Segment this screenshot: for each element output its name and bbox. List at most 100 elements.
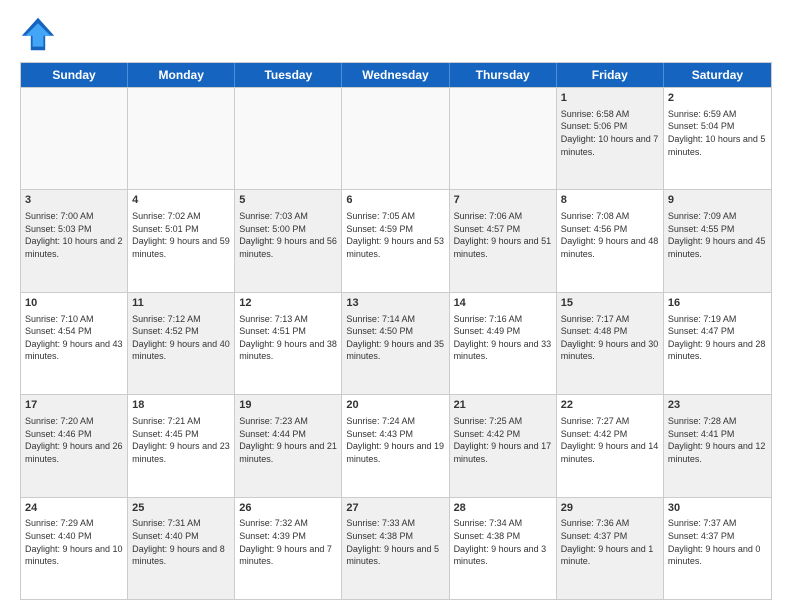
cell-info: Sunrise: 7:16 AM Sunset: 4:49 PM Dayligh…	[454, 313, 552, 363]
cell-info: Sunrise: 7:20 AM Sunset: 4:46 PM Dayligh…	[25, 415, 123, 465]
weekday-header: Saturday	[664, 63, 771, 87]
calendar-cell	[128, 88, 235, 189]
calendar-cell: 29Sunrise: 7:36 AM Sunset: 4:37 PM Dayli…	[557, 498, 664, 599]
day-number: 13	[346, 296, 444, 311]
day-number: 15	[561, 296, 659, 311]
cell-info: Sunrise: 7:14 AM Sunset: 4:50 PM Dayligh…	[346, 313, 444, 363]
day-number: 8	[561, 193, 659, 208]
cell-info: Sunrise: 7:17 AM Sunset: 4:48 PM Dayligh…	[561, 313, 659, 363]
cell-info: Sunrise: 6:58 AM Sunset: 5:06 PM Dayligh…	[561, 108, 659, 158]
calendar-cell: 5 Sunrise: 7:03 AM Sunset: 5:00 PM Daylig…	[235, 190, 342, 291]
cell-info: Sunrise: 7:12 AM Sunset: 4:52 PM Dayligh…	[132, 313, 230, 363]
day-number: 10	[25, 296, 123, 311]
calendar-row: 1Sunrise: 6:58 AM Sunset: 5:06 PM Daylig…	[21, 87, 771, 189]
calendar-cell: 16 Sunrise: 7:19 AM Sunset: 4:47 PM Dayli…	[664, 293, 771, 394]
cell-info: Sunrise: 7:19 AM Sunset: 4:47 PM Dayligh…	[668, 313, 767, 363]
calendar-row: 24Sunrise: 7:29 AM Sunset: 4:40 PM Dayli…	[21, 497, 771, 599]
cell-info: Sunrise: 7:36 AM Sunset: 4:37 PM Dayligh…	[561, 517, 659, 567]
calendar-row: 3 Sunrise: 7:00 AM Sunset: 5:03 PM Daylig…	[21, 189, 771, 291]
calendar-cell: 14Sunrise: 7:16 AM Sunset: 4:49 PM Dayli…	[450, 293, 557, 394]
calendar-cell: 19 Sunrise: 7:23 AM Sunset: 4:44 PM Dayli…	[235, 395, 342, 496]
calendar-cell: 18 Sunrise: 7:21 AM Sunset: 4:45 PM Dayli…	[128, 395, 235, 496]
calendar-cell: 7 Sunrise: 7:06 AM Sunset: 4:57 PM Daylig…	[450, 190, 557, 291]
cell-info: Sunrise: 7:25 AM Sunset: 4:42 PM Dayligh…	[454, 415, 552, 465]
day-number: 9	[668, 193, 767, 208]
day-number: 2	[668, 91, 767, 106]
day-number: 5	[239, 193, 337, 208]
calendar-cell: 2 Sunrise: 6:59 AM Sunset: 5:04 PM Daylig…	[664, 88, 771, 189]
cell-info: Sunrise: 7:21 AM Sunset: 4:45 PM Dayligh…	[132, 415, 230, 465]
day-number: 23	[668, 398, 767, 413]
cell-info: Sunrise: 7:24 AM Sunset: 4:43 PM Dayligh…	[346, 415, 444, 465]
calendar-cell: 23Sunrise: 7:28 AM Sunset: 4:41 PM Dayli…	[664, 395, 771, 496]
calendar-cell: 12Sunrise: 7:13 AM Sunset: 4:51 PM Dayli…	[235, 293, 342, 394]
cell-info: Sunrise: 7:06 AM Sunset: 4:57 PM Dayligh…	[454, 210, 552, 260]
calendar-cell: 20Sunrise: 7:24 AM Sunset: 4:43 PM Dayli…	[342, 395, 449, 496]
calendar-cell: 30Sunrise: 7:37 AM Sunset: 4:37 PM Dayli…	[664, 498, 771, 599]
logo	[20, 16, 62, 52]
calendar-cell: 22 Sunrise: 7:27 AM Sunset: 4:42 PM Dayli…	[557, 395, 664, 496]
cell-info: Sunrise: 7:03 AM Sunset: 5:00 PM Dayligh…	[239, 210, 337, 260]
calendar-cell: 25Sunrise: 7:31 AM Sunset: 4:40 PM Dayli…	[128, 498, 235, 599]
calendar-cell: 9 Sunrise: 7:09 AM Sunset: 4:55 PM Daylig…	[664, 190, 771, 291]
weekday-header: Thursday	[450, 63, 557, 87]
cell-info: Sunrise: 6:59 AM Sunset: 5:04 PM Dayligh…	[668, 108, 767, 158]
weekday-header: Tuesday	[235, 63, 342, 87]
calendar-cell	[21, 88, 128, 189]
day-number: 22	[561, 398, 659, 413]
calendar-cell: 4 Sunrise: 7:02 AM Sunset: 5:01 PM Daylig…	[128, 190, 235, 291]
weekday-header: Monday	[128, 63, 235, 87]
logo-icon	[20, 16, 56, 52]
weekday-header: Friday	[557, 63, 664, 87]
day-number: 19	[239, 398, 337, 413]
cell-info: Sunrise: 7:13 AM Sunset: 4:51 PM Dayligh…	[239, 313, 337, 363]
calendar-cell: 21 Sunrise: 7:25 AM Sunset: 4:42 PM Dayli…	[450, 395, 557, 496]
calendar-row: 10 Sunrise: 7:10 AM Sunset: 4:54 PM Dayli…	[21, 292, 771, 394]
calendar-cell: 13 Sunrise: 7:14 AM Sunset: 4:50 PM Dayli…	[342, 293, 449, 394]
page: SundayMondayTuesdayWednesdayThursdayFrid…	[0, 0, 792, 612]
day-number: 30	[668, 501, 767, 516]
calendar-cell	[342, 88, 449, 189]
cell-info: Sunrise: 7:32 AM Sunset: 4:39 PM Dayligh…	[239, 517, 337, 567]
calendar-cell: 15 Sunrise: 7:17 AM Sunset: 4:48 PM Dayli…	[557, 293, 664, 394]
cell-info: Sunrise: 7:33 AM Sunset: 4:38 PM Dayligh…	[346, 517, 444, 567]
day-number: 18	[132, 398, 230, 413]
calendar-cell: 26Sunrise: 7:32 AM Sunset: 4:39 PM Dayli…	[235, 498, 342, 599]
header	[20, 16, 772, 52]
day-number: 21	[454, 398, 552, 413]
calendar-cell: 6 Sunrise: 7:05 AM Sunset: 4:59 PM Daylig…	[342, 190, 449, 291]
cell-info: Sunrise: 7:10 AM Sunset: 4:54 PM Dayligh…	[25, 313, 123, 363]
cell-info: Sunrise: 7:00 AM Sunset: 5:03 PM Dayligh…	[25, 210, 123, 260]
day-number: 25	[132, 501, 230, 516]
day-number: 6	[346, 193, 444, 208]
calendar-body: 1Sunrise: 6:58 AM Sunset: 5:06 PM Daylig…	[21, 87, 771, 599]
calendar-cell: 17 Sunrise: 7:20 AM Sunset: 4:46 PM Dayli…	[21, 395, 128, 496]
day-number: 27	[346, 501, 444, 516]
day-number: 7	[454, 193, 552, 208]
calendar-cell: 3 Sunrise: 7:00 AM Sunset: 5:03 PM Daylig…	[21, 190, 128, 291]
weekday-header: Wednesday	[342, 63, 449, 87]
day-number: 4	[132, 193, 230, 208]
calendar-cell: 27Sunrise: 7:33 AM Sunset: 4:38 PM Dayli…	[342, 498, 449, 599]
calendar-cell: 1Sunrise: 6:58 AM Sunset: 5:06 PM Daylig…	[557, 88, 664, 189]
calendar-cell: 28Sunrise: 7:34 AM Sunset: 4:38 PM Dayli…	[450, 498, 557, 599]
day-number: 28	[454, 501, 552, 516]
calendar-cell: 11Sunrise: 7:12 AM Sunset: 4:52 PM Dayli…	[128, 293, 235, 394]
cell-info: Sunrise: 7:05 AM Sunset: 4:59 PM Dayligh…	[346, 210, 444, 260]
calendar-cell: 8 Sunrise: 7:08 AM Sunset: 4:56 PM Daylig…	[557, 190, 664, 291]
cell-info: Sunrise: 7:37 AM Sunset: 4:37 PM Dayligh…	[668, 517, 767, 567]
day-number: 17	[25, 398, 123, 413]
day-number: 3	[25, 193, 123, 208]
cell-info: Sunrise: 7:09 AM Sunset: 4:55 PM Dayligh…	[668, 210, 767, 260]
cell-info: Sunrise: 7:23 AM Sunset: 4:44 PM Dayligh…	[239, 415, 337, 465]
calendar-header-row: SundayMondayTuesdayWednesdayThursdayFrid…	[21, 63, 771, 87]
day-number: 16	[668, 296, 767, 311]
calendar: SundayMondayTuesdayWednesdayThursdayFrid…	[20, 62, 772, 600]
cell-info: Sunrise: 7:02 AM Sunset: 5:01 PM Dayligh…	[132, 210, 230, 260]
calendar-cell	[450, 88, 557, 189]
day-number: 29	[561, 501, 659, 516]
cell-info: Sunrise: 7:27 AM Sunset: 4:42 PM Dayligh…	[561, 415, 659, 465]
day-number: 26	[239, 501, 337, 516]
calendar-row: 17 Sunrise: 7:20 AM Sunset: 4:46 PM Dayli…	[21, 394, 771, 496]
cell-info: Sunrise: 7:08 AM Sunset: 4:56 PM Dayligh…	[561, 210, 659, 260]
